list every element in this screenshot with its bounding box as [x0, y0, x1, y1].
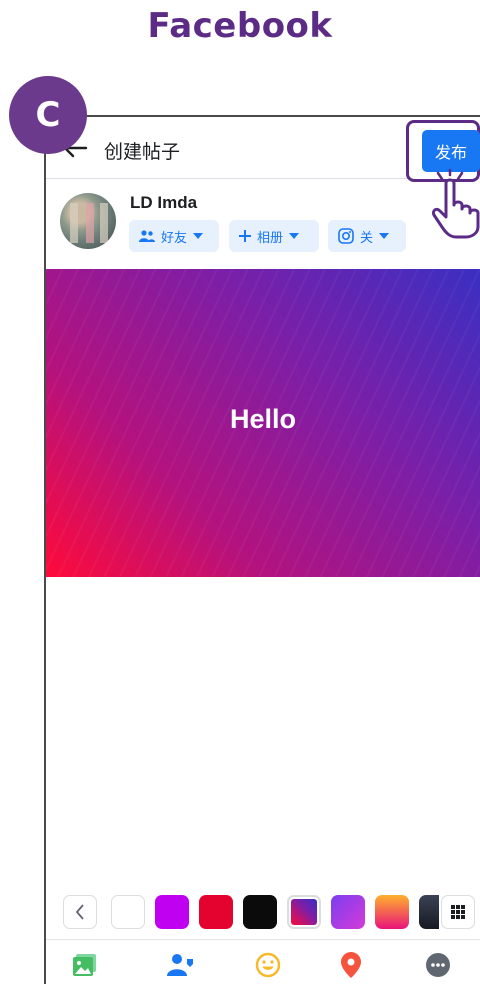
more-options-button[interactable]	[423, 950, 453, 980]
audience-label: 好友	[161, 229, 188, 245]
background-option-white[interactable]	[111, 895, 145, 929]
audience-selector[interactable]: 好友	[129, 220, 219, 252]
avatar[interactable]	[60, 193, 116, 249]
background-option-black[interactable]	[243, 895, 277, 929]
publish-button[interactable]: 发布	[422, 130, 480, 172]
caret-down-icon	[289, 233, 300, 239]
post-canvas[interactable]: Hello	[46, 269, 480, 577]
pointing-hand-icon	[432, 169, 480, 239]
background-option-selected-gradient[interactable]	[287, 895, 321, 929]
album-selector[interactable]: 相册	[229, 220, 319, 252]
create-post-header: 创建帖子 发布	[46, 117, 480, 182]
background-option-purple[interactable]	[155, 895, 189, 929]
instagram-icon	[338, 228, 354, 244]
more-icon	[426, 953, 450, 977]
instagram-share-toggle[interactable]: 关	[328, 220, 406, 252]
tag-people-icon	[167, 954, 193, 976]
location-button[interactable]	[336, 950, 366, 980]
background-option-red[interactable]	[199, 895, 233, 929]
caret-down-icon	[193, 233, 204, 239]
background-picker	[46, 890, 480, 934]
tag-people-button[interactable]	[166, 950, 196, 980]
step-badge: C	[9, 76, 87, 154]
smiley-icon	[255, 952, 281, 978]
post-text[interactable]: Hello	[46, 404, 480, 435]
grid-icon	[451, 905, 465, 919]
photo-icon	[73, 954, 96, 976]
location-pin-icon	[341, 952, 361, 978]
background-option-dark-gradient[interactable]	[419, 895, 439, 929]
instagram-label: 关	[360, 229, 374, 245]
album-label: 相册	[257, 229, 284, 245]
friends-icon	[139, 230, 155, 242]
all-backgrounds-button[interactable]	[441, 895, 475, 929]
background-collapse-button[interactable]	[63, 895, 97, 929]
page-title: 创建帖子	[104, 142, 181, 163]
plus-icon	[239, 230, 251, 242]
brand-title: Facebook	[147, 6, 333, 46]
add-photo-button[interactable]	[70, 950, 100, 980]
post-options-bar	[46, 939, 480, 984]
background-option-orange-gradient[interactable]	[375, 895, 409, 929]
background-option-violet-gradient[interactable]	[331, 895, 365, 929]
caret-down-icon	[379, 233, 390, 239]
chevron-left-icon	[75, 904, 84, 920]
user-name: LD Imda	[130, 193, 198, 212]
phone-frame: 创建帖子 发布 LD Imda 好友 相册 关 Hello	[44, 115, 480, 984]
feeling-button[interactable]	[253, 950, 283, 980]
